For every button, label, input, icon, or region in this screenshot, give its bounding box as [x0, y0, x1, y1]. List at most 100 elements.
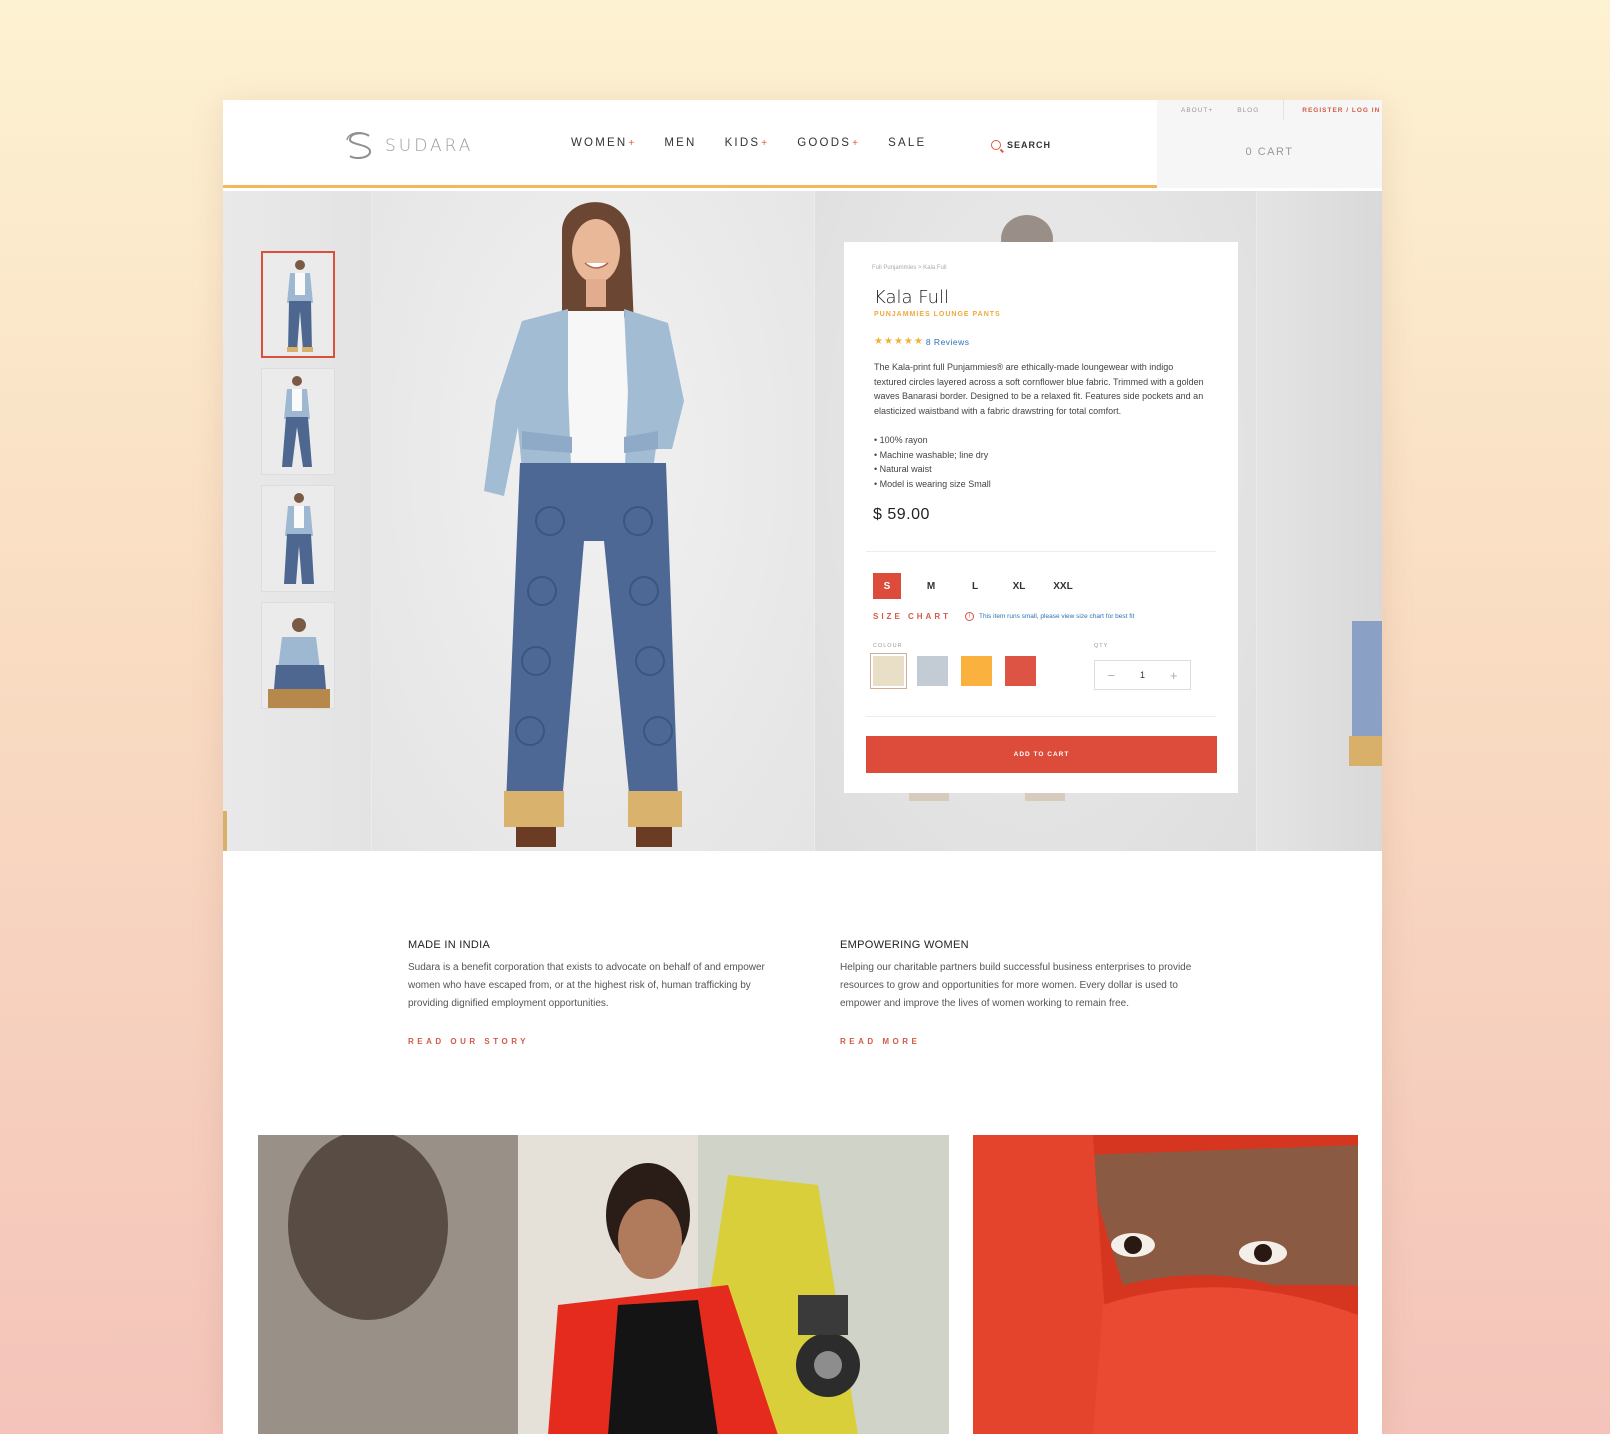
- artisans-photo: [258, 1135, 949, 1434]
- product-description: The Kala-print full Punjammies® are ethi…: [874, 362, 1204, 416]
- size-option-s[interactable]: S: [873, 573, 901, 599]
- model-partial-image: [223, 811, 227, 851]
- thumbnail-1[interactable]: [261, 251, 335, 358]
- nav-item-men[interactable]: MEN: [664, 137, 696, 149]
- site-header: SUDARA WOMEN+ MEN KIDS+ GOODS+ SALE SEAR…: [223, 100, 1382, 188]
- utility-links: ABOUT+ BLOG REGISTER / LOG IN: [1157, 100, 1382, 120]
- info-title: EMPOWERING WOMEN: [840, 939, 969, 951]
- link-text: READ MORE: [840, 1037, 921, 1046]
- colour-label: COLOUR: [873, 643, 903, 649]
- qty-label: QTY: [1094, 643, 1109, 649]
- search-button[interactable]: SEARCH: [991, 140, 1051, 150]
- thumbnail-3[interactable]: [261, 485, 335, 592]
- nav-item-kids[interactable]: KIDS+: [725, 137, 770, 149]
- size-option-xl[interactable]: XL: [1005, 573, 1033, 599]
- info-body: Helping our charitable partners build su…: [840, 962, 1192, 1009]
- register-login-link[interactable]: REGISTER / LOG IN: [1302, 107, 1380, 114]
- product-subtitle: PUNJAMMIES LOUNGE PANTS: [874, 311, 1001, 318]
- plus-icon: +: [761, 138, 770, 149]
- feature-item: • 100% rayon: [874, 435, 928, 445]
- size-selector: S M L XL XXL: [873, 573, 1077, 599]
- info-made-in-india: MADE IN INDIA Sudara is a benefit corpor…: [408, 939, 768, 1046]
- main-nav: WOMEN+ MEN KIDS+ GOODS+ SALE: [571, 137, 926, 149]
- info-empowering-women: EMPOWERING WOMEN Helping our charitable …: [840, 939, 1200, 1046]
- woman-portrait-photo: [973, 1135, 1358, 1434]
- size-chart-link[interactable]: SIZE CHART: [873, 612, 951, 621]
- size-option-m[interactable]: M: [917, 573, 945, 599]
- logo-text: SUDARA: [385, 136, 474, 156]
- model-thumb-image: [262, 369, 334, 474]
- add-to-cart-button[interactable]: ADD TO CART: [866, 736, 1217, 773]
- link-text: READ OUR STORY: [408, 1037, 530, 1046]
- nav-label: GOODS: [797, 137, 852, 149]
- nav-label: SALE: [888, 137, 927, 149]
- cart-button[interactable]: 0 CART: [1157, 146, 1382, 158]
- thumbnail-2[interactable]: [261, 368, 335, 475]
- reviews-link[interactable]: 8 Reviews: [926, 337, 970, 347]
- feature-item: • Machine washable; line dry: [874, 449, 989, 460]
- size-note[interactable]: This item runs small, please view size c…: [979, 613, 1134, 620]
- info-title: MADE IN INDIA: [408, 939, 491, 951]
- sudara-logo-icon: [346, 131, 371, 160]
- breadcrumb[interactable]: Full Punjammies > Kala Full: [872, 265, 947, 271]
- utility-panel: ABOUT+ BLOG REGISTER / LOG IN 0 CART: [1157, 100, 1382, 188]
- quantity-value[interactable]: 1: [1140, 670, 1145, 680]
- blog-link[interactable]: BLOG: [1237, 107, 1259, 114]
- colour-selector: [870, 653, 1036, 689]
- star-icon: ★: [874, 336, 883, 347]
- product-page: SUDARA WOMEN+ MEN KIDS+ GOODS+ SALE SEAR…: [223, 100, 1382, 1434]
- product-details-card: Full Punjammies > Kala Full Kala Full PU…: [844, 242, 1238, 793]
- minus-icon[interactable]: −: [1107, 668, 1115, 683]
- size-option-l[interactable]: L: [961, 573, 989, 599]
- product-hero: Full Punjammies > Kala Full Kala Full PU…: [223, 191, 1382, 851]
- woman-red-scarf-image: [973, 1135, 1358, 1434]
- read-more-link[interactable]: READ MORE: [840, 1037, 1200, 1046]
- carousel-next-image[interactable]: [1257, 191, 1382, 851]
- feature-item: • Model is wearing size Small: [874, 478, 991, 489]
- star-icon: ★: [893, 336, 903, 347]
- nav-label: WOMEN: [571, 137, 628, 149]
- model-thumb-image: [262, 486, 334, 591]
- nav-item-goods[interactable]: GOODS+: [797, 137, 860, 149]
- star-icon: ★: [883, 336, 893, 347]
- feature-item: • Natural waist: [874, 464, 932, 474]
- logo[interactable]: SUDARA: [343, 130, 473, 162]
- thumbnail-4[interactable]: [261, 602, 335, 709]
- divider: [866, 551, 1216, 552]
- star-icon: ★: [913, 336, 923, 347]
- model-thumb-image: [263, 253, 333, 356]
- size-option-xxl[interactable]: XXL: [1049, 573, 1077, 599]
- search-label: SEARCH: [1007, 140, 1052, 150]
- info-body: Sudara is a benefit corporation that exi…: [408, 962, 765, 1009]
- colour-swatch-cream[interactable]: [870, 653, 907, 689]
- main-product-image[interactable]: [372, 191, 814, 851]
- nav-label: MEN: [664, 137, 697, 149]
- divider: [1283, 100, 1285, 120]
- colour-swatch-red[interactable]: [1005, 656, 1036, 686]
- colour-swatch-yellow[interactable]: [961, 656, 992, 686]
- model-partial-image: [1349, 621, 1382, 766]
- size-chart-row: SIZE CHART ! This item runs small, pleas…: [873, 612, 1134, 621]
- info-icon: !: [965, 612, 974, 621]
- product-price: $ 59.00: [873, 506, 930, 523]
- plus-icon: +: [628, 138, 637, 149]
- divider: [866, 716, 1216, 717]
- about-link[interactable]: ABOUT+: [1181, 107, 1213, 114]
- colour-swatch-grey[interactable]: [917, 656, 948, 686]
- model-thumb-image: [262, 603, 334, 708]
- search-icon: [991, 140, 1001, 150]
- nav-label: KIDS: [724, 137, 761, 149]
- plus-icon[interactable]: +: [1170, 668, 1178, 683]
- nav-item-sale[interactable]: SALE: [888, 137, 926, 149]
- thumbnail-list: [261, 251, 335, 709]
- product-features: • 100% rayon • Machine washable; line dr…: [874, 433, 991, 491]
- quantity-stepper: − 1 +: [1094, 660, 1191, 690]
- read-our-story-link[interactable]: READ OUR STORY: [408, 1037, 768, 1046]
- model-image: [484, 202, 684, 847]
- nav-item-women[interactable]: WOMEN+: [571, 137, 636, 149]
- plus-icon: +: [852, 138, 861, 149]
- star-icon: ★: [903, 336, 913, 347]
- sewing-women-image: [258, 1135, 949, 1434]
- product-title: Kala Full: [874, 287, 950, 308]
- product-rating[interactable]: ★ ★ ★ ★ ★ 8 Reviews: [874, 336, 970, 348]
